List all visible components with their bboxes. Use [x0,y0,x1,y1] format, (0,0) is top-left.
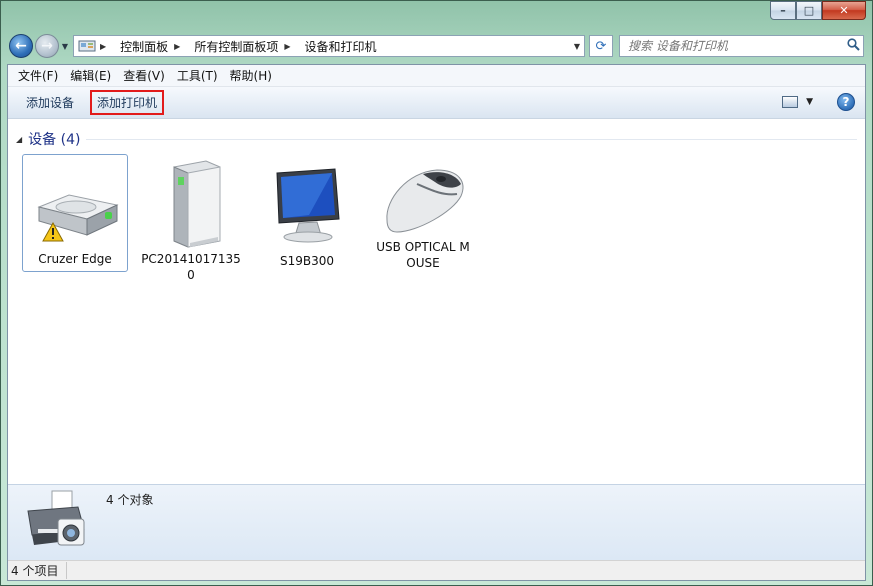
menu-view[interactable]: 查看(V) [117,67,171,84]
recent-pages-dropdown[interactable]: ▼ [59,42,71,51]
back-button[interactable]: ← [9,34,33,58]
search-input[interactable] [628,39,843,53]
breadcrumb-control-panel[interactable]: 控制面板 [120,38,168,55]
add-device-button[interactable]: 添加设备 [20,91,80,114]
breadcrumb-devices-printers[interactable]: 设备和打印机 [305,38,377,55]
address-dropdown-icon[interactable]: ▼ [570,42,584,51]
computer-tower-icon [143,157,239,251]
menu-tools[interactable]: 工具(T) [171,67,224,84]
device-list: Cruzer Edge PC201410171350 S19B300 USB O… [22,154,486,282]
breadcrumb-separator-icon: ▶ [174,41,181,51]
menu-file[interactable]: 文件(F) [12,67,64,84]
client-area: 文件(F) 编辑(E) 查看(V) 工具(T) 帮助(H) 添加设备 添加打印机… [7,64,866,581]
breadcrumb-label: 设备和打印机 [304,39,377,54]
search-icon[interactable] [843,37,863,55]
monitor-icon [259,157,355,253]
breadcrumb-separator-icon: ▶ [100,41,107,51]
breadcrumb-sep-2[interactable]: ▶ [284,42,298,51]
collapse-icon[interactable]: ◢ [16,135,22,144]
address-bar[interactable]: ▶ 控制面板 ▶ 所有控制面板项 ▶ 设备和打印机 ▼ [73,35,585,57]
details-pane: 4 个对象 [8,484,865,560]
mouse-icon [375,157,471,239]
breadcrumb-label: 控制面板 [120,39,169,54]
control-panel-icon [78,40,96,52]
explorer-window: – □ ✕ ← → ▼ ▶ 控制面板 ▶ 所有控制面板项 ▶ 设备和打印机 ▼ … [0,0,873,586]
group-divider [86,138,857,140]
view-options-dropdown[interactable]: ▼ [806,97,813,107]
printer-camera-icon [27,490,85,546]
device-name: PC201410171350 [141,252,241,282]
command-bar: 添加设备 添加打印机 ▼ ? [8,87,865,119]
change-view-icon[interactable] [782,96,799,108]
add-printer-button[interactable]: 添加打印机 [90,90,165,115]
breadcrumb-sep-1[interactable]: ▶ [174,42,188,51]
usb-drive-warning-icon [27,157,123,253]
breadcrumb-separator-icon: ▶ [284,41,291,51]
device-item[interactable]: Cruzer Edge [22,154,128,272]
status-bar: 4 个项目 [8,560,865,580]
devices-group-header[interactable]: ◢ 设备 (4) [16,129,857,149]
menu-bar: 文件(F) 编辑(E) 查看(V) 工具(T) 帮助(H) [8,65,865,87]
device-name: Cruzer Edge [38,252,112,266]
group-title: 设备 (4) [28,132,81,148]
menu-edit[interactable]: 编辑(E) [64,67,117,84]
maximize-button[interactable]: □ [796,1,822,20]
object-count: 4 个对象 [106,493,154,507]
device-name: USB OPTICAL MOUSE [376,240,470,270]
refresh-button[interactable]: ⟳ [589,35,613,57]
menu-help[interactable]: 帮助(H) [224,67,278,84]
device-item[interactable]: PC201410171350 [138,154,244,282]
breadcrumb-root-sep[interactable]: ▶ [100,42,114,51]
minimize-button[interactable]: – [770,1,796,20]
caption-buttons: – □ ✕ [770,1,866,20]
search-box[interactable] [619,35,864,57]
item-count: 4 个项目 [11,562,68,579]
device-name: S19B300 [279,254,335,268]
forward-button[interactable]: → [35,34,59,58]
navigation-row: ← → ▼ ▶ 控制面板 ▶ 所有控制面板项 ▶ 设备和打印机 ▼ ⟳ 搜索 设… [9,33,864,59]
breadcrumb-label: 所有控制面板项 [194,39,279,54]
help-icon[interactable]: ? [837,93,855,111]
device-item[interactable]: S19B300 [254,154,360,272]
close-button[interactable]: ✕ [822,1,866,20]
breadcrumb-all-items[interactable]: 所有控制面板项 [194,38,278,55]
device-item[interactable]: USB OPTICAL MOUSE [370,154,476,272]
